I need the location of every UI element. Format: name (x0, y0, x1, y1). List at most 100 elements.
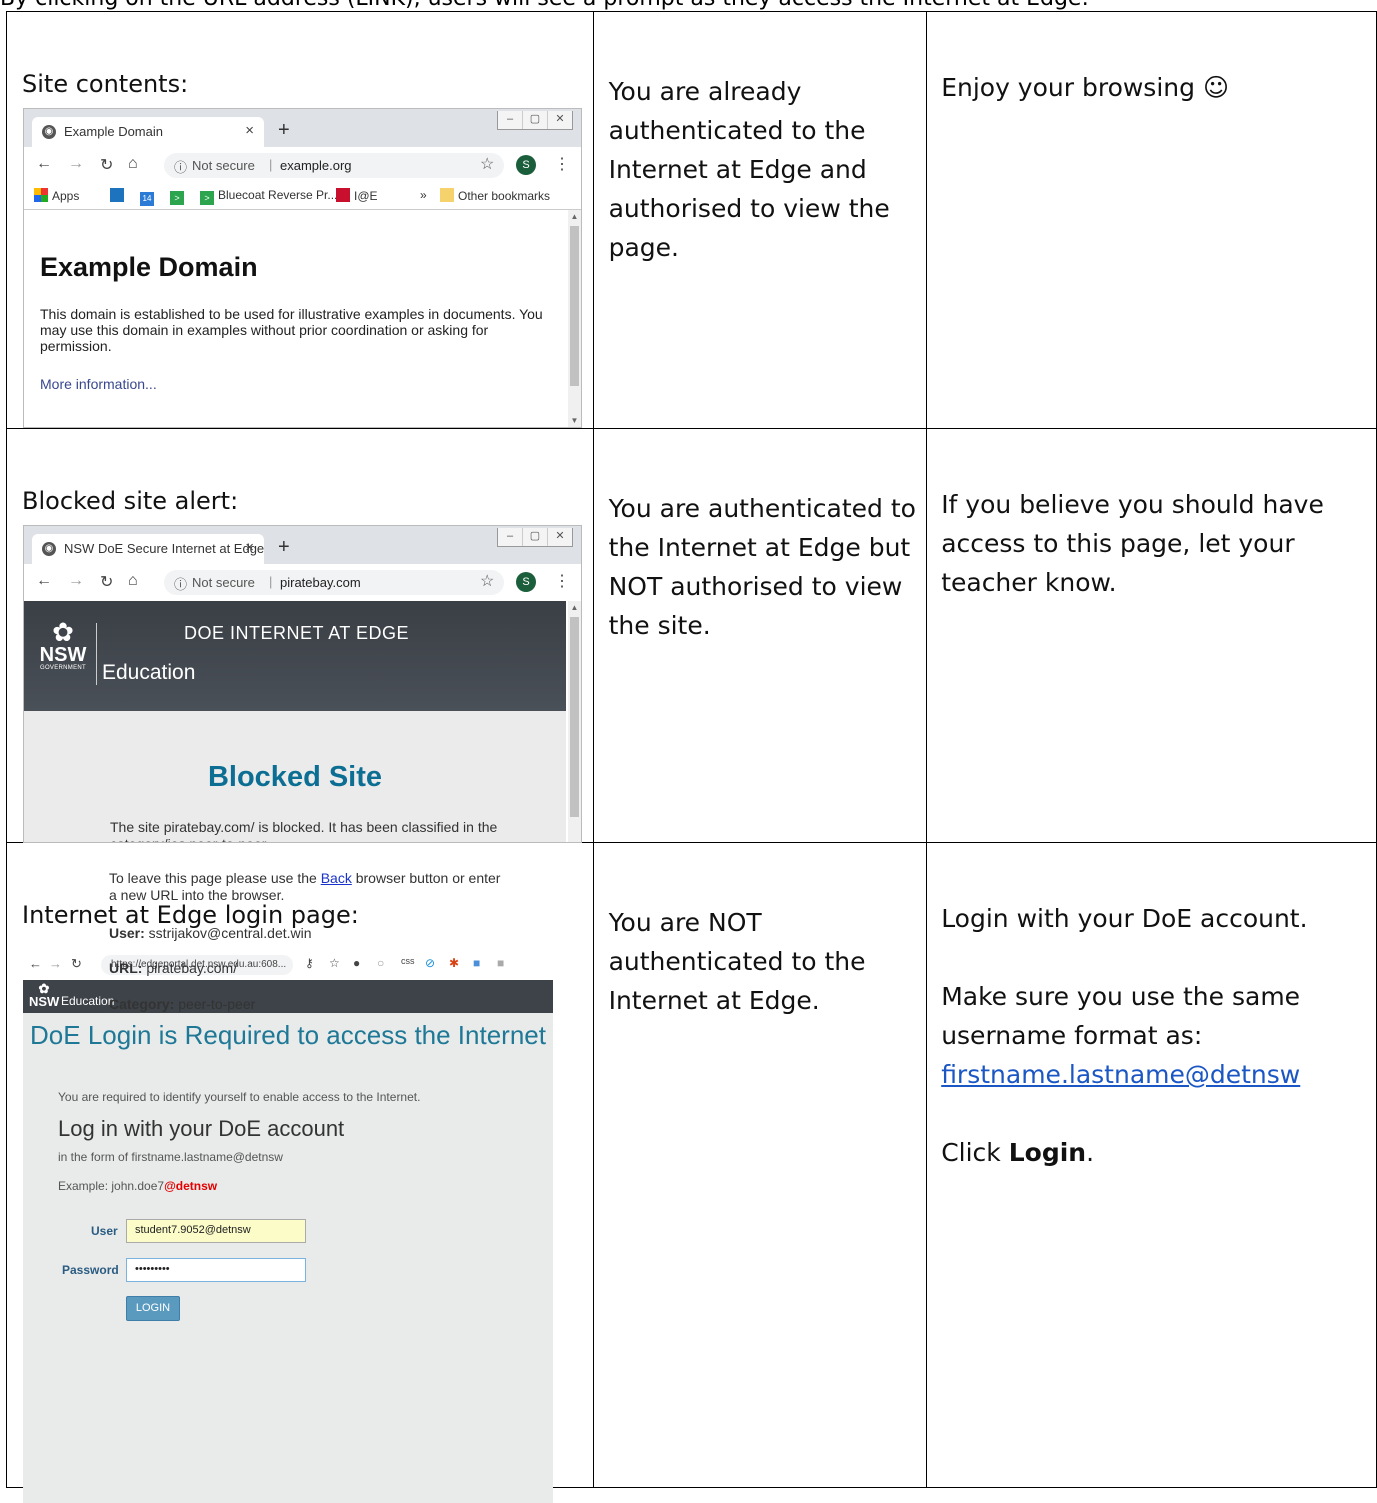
extension-circle-icon[interactable]: ● (353, 956, 360, 970)
new-tab-icon[interactable]: + (278, 536, 290, 559)
close-tab-icon[interactable]: × (245, 122, 254, 139)
close-window-icon[interactable]: ✕ (547, 528, 572, 546)
prompt-table: Site contents: ◉ Example Domain × + – ▢ … (6, 11, 1377, 1503)
login-subtitle: You are required to identify yourself to… (58, 1090, 421, 1104)
scroll-up-icon[interactable]: ▲ (568, 603, 581, 612)
separator: | (269, 157, 273, 172)
key-icon[interactable]: ⚷ (305, 956, 314, 970)
reload-icon[interactable]: ↻ (100, 572, 113, 592)
forward-arrow-icon[interactable]: → (68, 572, 84, 590)
bookmark-green[interactable]: > (170, 188, 188, 205)
scroll-thumb[interactable] (570, 617, 579, 817)
page-viewport: ✿ NSW GOVERNMENT Education DOE INTERNET … (24, 601, 581, 842)
nsw-header: ✿ NSW Education (23, 980, 553, 1013)
maximize-icon[interactable]: ▢ (522, 111, 547, 129)
nav-bar: ← → ↻ https://edgeportal.det.nsw.edu.au:… (23, 950, 553, 980)
block-extension-icon[interactable]: ⊘ (425, 956, 435, 970)
screenshot-cell: Site contents: ◉ Example Domain × + – ▢ … (6, 11, 594, 429)
username-example: Example: john.doe7@detnsw (58, 1179, 218, 1193)
user-label: User (91, 1224, 118, 1238)
bookmark-star-icon[interactable]: ☆ (480, 571, 494, 591)
not-secure-label: Not secure (192, 575, 255, 590)
header-title: DOE INTERNET AT EDGE (184, 623, 410, 643)
browser-tab[interactable]: ◉ Example Domain × (32, 117, 264, 147)
new-tab-icon[interactable]: + (278, 119, 290, 142)
nav-bar: ← → ↻ ⌂ ⓘ Not secure | piratebay.com ☆ S… (24, 564, 581, 600)
tab-title: NSW DoE Secure Internet at Edge (64, 541, 265, 556)
scrollbar[interactable]: ▲ ▼ (568, 210, 581, 427)
home-icon[interactable]: ⌂ (128, 155, 138, 173)
nsw-logo: ✿ NSW (29, 981, 60, 1009)
scroll-thumb[interactable] (570, 226, 579, 386)
status-text: You are NOT authenticated to the Interne… (608, 908, 866, 1015)
more-information-link[interactable]: More information... (40, 376, 157, 392)
url-host: example.org (280, 158, 352, 173)
page-viewport: Example Domain This domain is establishe… (24, 210, 581, 427)
blocked-title: Blocked Site (207, 761, 383, 793)
scrollbar[interactable]: ▲ (568, 601, 581, 842)
close-tab-icon[interactable]: × (245, 539, 254, 556)
forward-arrow-icon[interactable]: → (49, 956, 62, 971)
bookmark-star-icon[interactable]: ☆ (329, 956, 340, 970)
profile-avatar[interactable]: S (516, 155, 536, 175)
maximize-icon[interactable]: ▢ (522, 528, 547, 546)
menu-icon[interactable]: ⋮ (554, 154, 570, 174)
back-arrow-icon[interactable]: ← (36, 572, 52, 590)
table-row: Blocked site alert: ◉ NSW DoE Secure Int… (6, 428, 1377, 843)
status-text: You are authenticated to the Internet at… (608, 494, 916, 640)
fox-extension-icon[interactable]: ✱ (449, 956, 459, 970)
password-input[interactable]: ••••••••• (126, 1258, 306, 1282)
status-cell: You are NOT authenticated to the Interne… (592, 842, 928, 1488)
row-caption: Blocked site alert: (22, 487, 239, 515)
back-arrow-icon[interactable]: ← (36, 155, 52, 173)
nsw-header: ✿ NSW GOVERNMENT Education DOE INTERNET … (24, 601, 566, 711)
scroll-down-icon[interactable]: ▼ (568, 416, 581, 425)
bookmark-other[interactable]: Other bookmarks (440, 188, 550, 203)
extension-square-icon[interactable]: ■ (473, 956, 480, 970)
reload-icon[interactable]: ↻ (71, 956, 82, 972)
separator: | (269, 574, 273, 589)
page-title: Example Domain (40, 252, 258, 282)
minimize-icon[interactable]: – (498, 528, 522, 546)
browser-tab[interactable]: ◉ NSW DoE Secure Internet at Edge × (32, 534, 264, 564)
scroll-up-icon[interactable]: ▲ (568, 212, 581, 221)
document: By clicking on the URL address (LINK), u… (0, 0, 1377, 1503)
user-input[interactable]: student7.9052@detnsw (126, 1219, 306, 1243)
close-window-icon[interactable]: ✕ (547, 111, 572, 129)
bookmark-calendar[interactable]: 14 (140, 188, 158, 206)
bookmark-apps[interactable]: Apps (34, 188, 79, 203)
username-format-link[interactable]: firstname.lastname@detnsw (941, 1060, 1300, 1089)
url-host: piratebay.com (280, 575, 361, 590)
advice-cell: Login with your DoE account. Make sure y… (926, 842, 1377, 1488)
tab-bar: ◉ NSW DoE Secure Internet at Edge × + – … (24, 526, 581, 564)
extension-ring-icon[interactable]: ○ (377, 956, 384, 970)
intro-text: By clicking on the URL address (LINK), u… (0, 0, 1377, 11)
info-icon: ⓘ (174, 577, 188, 592)
address-bar[interactable]: ⓘ Not secure | piratebay.com (164, 570, 504, 595)
status-text: You are already authenticated to the Int… (608, 77, 890, 262)
login-heading: Log in with your DoE account (58, 1116, 345, 1141)
minimize-icon[interactable]: – (498, 111, 522, 129)
bookmark-bluecoat[interactable]: > Bluecoat Reverse Pr... (200, 188, 337, 205)
logo-divider (96, 623, 97, 685)
bookmark-outlook[interactable] (110, 188, 128, 203)
back-arrow-icon[interactable]: ← (29, 956, 42, 971)
nsw-logo: ✿ NSW GOVERNMENT (34, 619, 92, 671)
login-button[interactable]: LOGIN (126, 1296, 180, 1321)
css-extension-icon[interactable]: css (401, 956, 415, 966)
address-bar[interactable]: https://edgeportal.det.nsw.edu.au:608... (101, 955, 293, 975)
page-paragraph: This domain is established to be used fo… (40, 306, 543, 354)
status-cell: You are authenticated to the Internet at… (592, 428, 928, 843)
bookmark-star-icon[interactable]: ☆ (480, 154, 494, 174)
bookmarks-overflow[interactable]: » (420, 188, 427, 202)
address-bar[interactable]: ⓘ Not secure | example.org (164, 153, 504, 178)
profile-avatar[interactable]: S (516, 572, 536, 592)
window-controls: – ▢ ✕ (497, 111, 573, 130)
home-icon[interactable]: ⌂ (128, 572, 138, 590)
menu-icon[interactable]: ⋮ (554, 571, 570, 591)
bookmark-iae[interactable]: I@E (336, 188, 378, 203)
extension-grey-icon[interactable]: ■ (497, 956, 504, 970)
reload-icon[interactable]: ↻ (100, 155, 113, 175)
forward-arrow-icon[interactable]: → (68, 155, 84, 173)
screenshot-cell: Internet at Edge login page: ← → ↻ https… (6, 842, 594, 1503)
